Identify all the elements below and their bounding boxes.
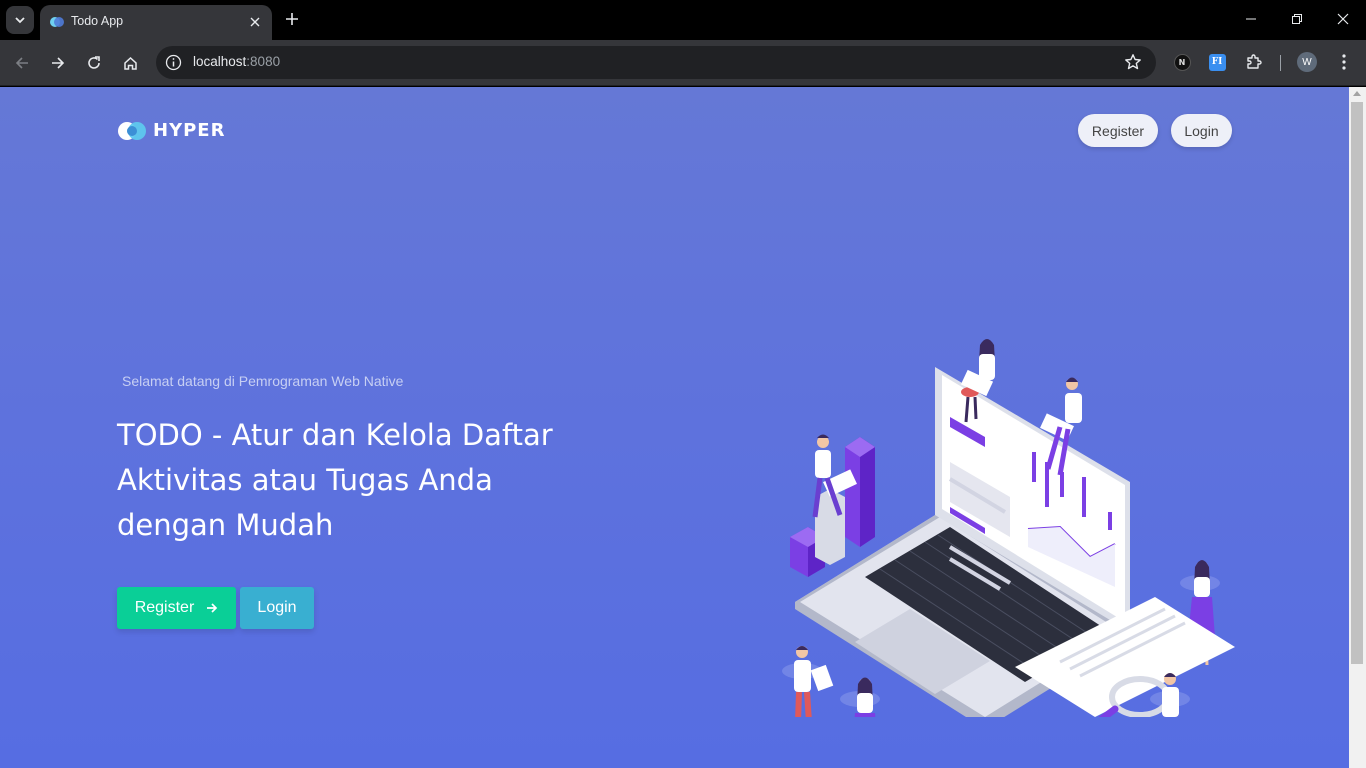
plus-icon[interactable]: [281, 8, 303, 30]
register-button[interactable]: Register: [117, 587, 236, 629]
extension-n-icon[interactable]: N: [1171, 51, 1193, 73]
tab-bar: Todo App: [0, 0, 1366, 40]
profile-avatar[interactable]: W: [1296, 51, 1318, 73]
close-icon[interactable]: [246, 13, 264, 31]
address-bar[interactable]: localhost:8080: [156, 46, 1156, 79]
header-login-button[interactable]: Login: [1171, 114, 1232, 147]
register-button-label: Register: [134, 599, 195, 616]
browser-toolbar: localhost:8080 N FI W: [0, 40, 1366, 86]
login-button[interactable]: Login: [240, 587, 314, 629]
logo-icon: [118, 121, 146, 140]
toolbar-divider: [1280, 55, 1281, 71]
url-port: :8080: [246, 54, 281, 69]
logo-text: HYPER: [153, 120, 226, 141]
restore-icon[interactable]: [1285, 7, 1309, 31]
reload-icon[interactable]: [80, 49, 108, 77]
forward-icon[interactable]: [44, 49, 72, 77]
profile-initial: W: [1297, 52, 1317, 72]
close-window-icon[interactable]: [1331, 7, 1355, 31]
home-icon[interactable]: [116, 49, 144, 77]
page-scrollbar[interactable]: [1349, 87, 1366, 768]
welcome-text: Selamat datang di Pemrograman Web Native: [122, 373, 404, 389]
tab-title: Todo App: [71, 14, 124, 28]
more-icon[interactable]: [1333, 51, 1355, 73]
header-register-button[interactable]: Register: [1078, 114, 1158, 147]
tab-search-icon[interactable]: [6, 6, 34, 34]
extension-fi-label: FI: [1208, 53, 1226, 71]
brand-logo[interactable]: HYPER: [117, 120, 225, 141]
info-icon[interactable]: [165, 54, 182, 71]
scroll-up-icon[interactable]: [1353, 91, 1361, 96]
star-icon[interactable]: [1124, 53, 1142, 71]
url-host: localhost: [193, 54, 247, 69]
minimize-icon[interactable]: [1239, 7, 1263, 31]
extension-fi-icon[interactable]: FI: [1206, 51, 1228, 73]
extension-n-label: N: [1173, 53, 1191, 71]
arrow-right-icon: [207, 603, 218, 613]
hero-illustration: [782, 339, 1235, 717]
hero-headline: TODO - Atur dan Kelola Daftar Aktivitas …: [117, 418, 553, 542]
favicon-icon: [50, 17, 64, 27]
url-text: localhost:8080: [193, 54, 280, 69]
extensions-icon[interactable]: [1243, 51, 1265, 73]
scroll-thumb[interactable]: [1351, 102, 1363, 664]
back-icon[interactable]: [8, 49, 36, 77]
landing-page: HYPER Register Login Selamat datang di P…: [0, 87, 1349, 768]
browser-tab[interactable]: Todo App: [40, 5, 272, 40]
